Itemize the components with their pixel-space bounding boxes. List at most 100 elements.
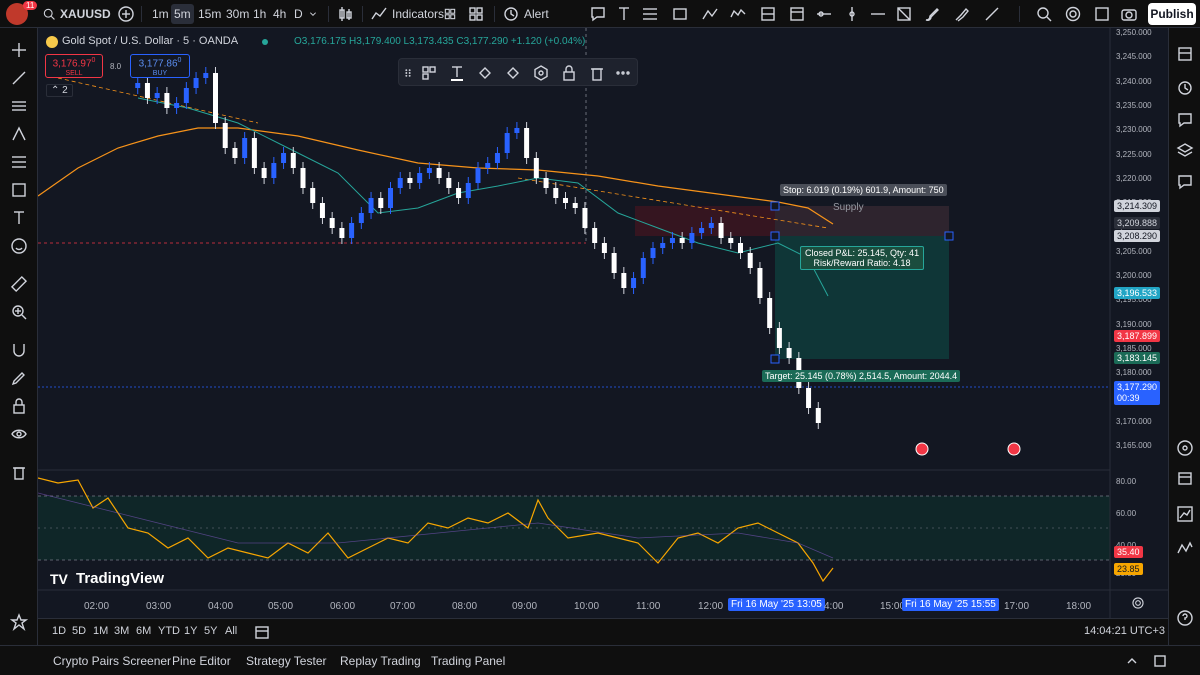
range-all[interactable]: All [225, 625, 237, 637]
symbol-title[interactable]: Gold Spot / U.S. Dollar · 5 · OANDA [62, 35, 238, 47]
axis-settings-gear-icon[interactable] [1131, 596, 1145, 610]
entry-handle[interactable] [770, 231, 780, 241]
range-5d[interactable]: 5D [72, 625, 86, 637]
settings-gear-icon[interactable] [1063, 4, 1083, 24]
interval-5m[interactable]: 5m [171, 4, 194, 24]
chart-canvas[interactable] [38, 28, 1168, 618]
short-position-icon[interactable] [787, 4, 807, 24]
goto-date-calendar-icon[interactable] [252, 622, 272, 642]
horizontal-lines-icon[interactable] [9, 96, 29, 116]
range-6m[interactable]: 6M [136, 625, 151, 637]
range-5y[interactable]: 5Y [204, 625, 217, 637]
interval-1h[interactable]: 1h [253, 4, 266, 24]
wave-icon[interactable] [1175, 538, 1195, 558]
templates-dropdown-icon[interactable] [443, 4, 457, 24]
maximize-panel-icon[interactable] [1150, 651, 1170, 671]
delete-drawing-icon[interactable] [587, 63, 607, 83]
emoji-icon[interactable] [9, 236, 29, 256]
horizontal-ray-icon[interactable] [814, 4, 834, 24]
text-tool-icon[interactable] [614, 4, 634, 24]
path-tool-icon[interactable] [700, 4, 720, 24]
rectangle-tool-icon[interactable] [670, 4, 690, 24]
alert-clock-icon[interactable] [501, 4, 521, 24]
fib-retracement-icon[interactable] [9, 152, 29, 172]
indicators-icon[interactable] [369, 4, 389, 24]
economic-event-flag-2[interactable] [1007, 442, 1021, 456]
sell-button[interactable]: 3,176.970 SELL [45, 54, 103, 78]
stop-handle[interactable] [770, 201, 780, 211]
compare-symbol-plus-icon[interactable] [116, 4, 136, 24]
interval-d[interactable]: D [294, 4, 303, 24]
indicators-toggle[interactable]: ⌃ 2 [46, 84, 73, 97]
pitchfork-icon[interactable] [9, 124, 29, 144]
range-1y[interactable]: 1Y [184, 625, 197, 637]
camera-snapshot-icon[interactable] [1119, 4, 1139, 24]
pen-tool-icon[interactable] [982, 4, 1002, 24]
interval-30m[interactable]: 30m [226, 4, 249, 24]
hide-drawings-eye-icon[interactable] [9, 424, 29, 444]
trend-line-icon[interactable] [9, 68, 29, 88]
lock-drawing-icon[interactable] [559, 63, 579, 83]
tab-replay-trading[interactable]: Replay Trading [340, 654, 421, 668]
magnet-icon[interactable] [9, 340, 29, 360]
highlighter-tool-icon[interactable] [952, 4, 972, 24]
ideas-icon[interactable] [1175, 172, 1195, 192]
trash-icon[interactable] [9, 462, 29, 482]
long-position-icon[interactable] [758, 4, 778, 24]
layouts-icon[interactable] [466, 4, 486, 24]
chat-icon[interactable] [1175, 110, 1195, 130]
zoom-in-icon[interactable] [9, 302, 29, 322]
alert-button[interactable]: Alert [524, 4, 549, 24]
drag-handle-icon[interactable] [403, 63, 413, 83]
ruler-icon[interactable] [9, 274, 29, 294]
chart-area[interactable]: Gold Spot / U.S. Dollar · 5 · OANDA O3,1… [38, 28, 1168, 618]
trend-chart-icon[interactable] [1175, 504, 1195, 524]
tab-pine-editor[interactable]: Pine Editor [172, 654, 231, 668]
lock-icon[interactable] [9, 396, 29, 416]
horizontal-line-icon[interactable] [868, 4, 888, 24]
callout-tool-icon[interactable] [588, 4, 608, 24]
text-icon[interactable] [9, 208, 29, 228]
brush-tool-icon[interactable] [922, 4, 942, 24]
watchlist-icon[interactable] [1175, 44, 1195, 64]
search-icon[interactable] [42, 4, 56, 24]
hotlist-icon[interactable] [1175, 438, 1195, 458]
collapse-panel-icon[interactable] [1122, 651, 1142, 671]
indicators-button[interactable]: Indicators [392, 4, 444, 24]
border-color-icon[interactable] [503, 63, 523, 83]
clock-timezone[interactable]: 14:04:21 UTC+3 [1084, 625, 1165, 637]
crosshair-icon[interactable] [9, 40, 29, 60]
interval-15m[interactable]: 15m [198, 4, 221, 24]
tab-crypto-pairs-screener[interactable]: Crypto Pairs Screener [53, 654, 171, 668]
range-3m[interactable]: 3M [114, 625, 129, 637]
right-handle[interactable] [944, 231, 954, 241]
help-icon[interactable] [1175, 608, 1195, 628]
range-ytd[interactable]: YTD [158, 625, 180, 637]
gann-box-icon[interactable] [894, 4, 914, 24]
buy-button[interactable]: 3,177.860 BUY [130, 54, 190, 78]
range-1m[interactable]: 1M [93, 625, 108, 637]
publish-button[interactable]: Publish [1148, 3, 1196, 25]
calendar-icon[interactable] [1175, 468, 1195, 488]
fib-tool-icon[interactable] [640, 4, 660, 24]
interval-4h[interactable]: 4h [273, 4, 286, 24]
symbol-search[interactable]: XAUUSD [60, 4, 111, 24]
pattern-tool-icon[interactable] [728, 4, 748, 24]
interval-dropdown-icon[interactable] [307, 4, 319, 24]
vertical-line-icon[interactable] [842, 4, 862, 24]
economic-event-flag-1[interactable] [915, 442, 929, 456]
tab-strategy-tester[interactable]: Strategy Tester [246, 654, 326, 668]
stay-in-drawing-mode-icon[interactable] [9, 368, 29, 388]
quick-search-icon[interactable] [1034, 4, 1054, 24]
candles-type-icon[interactable] [335, 4, 355, 24]
more-options-icon[interactable] [613, 63, 633, 83]
template-grid-icon[interactable] [419, 63, 439, 83]
interval-1m[interactable]: 1m [152, 4, 169, 24]
price-axis[interactable]: 3,250.000 3,245.000 3,240.000 3,235.000 3,23… [1110, 28, 1168, 473]
layers-icon[interactable] [1175, 140, 1195, 160]
alerts-clock-icon[interactable] [1175, 78, 1195, 98]
settings-icon[interactable] [531, 63, 551, 83]
range-1d[interactable]: 1D [52, 625, 66, 637]
text-color-icon[interactable] [447, 63, 467, 83]
fullscreen-icon[interactable] [1092, 4, 1112, 24]
